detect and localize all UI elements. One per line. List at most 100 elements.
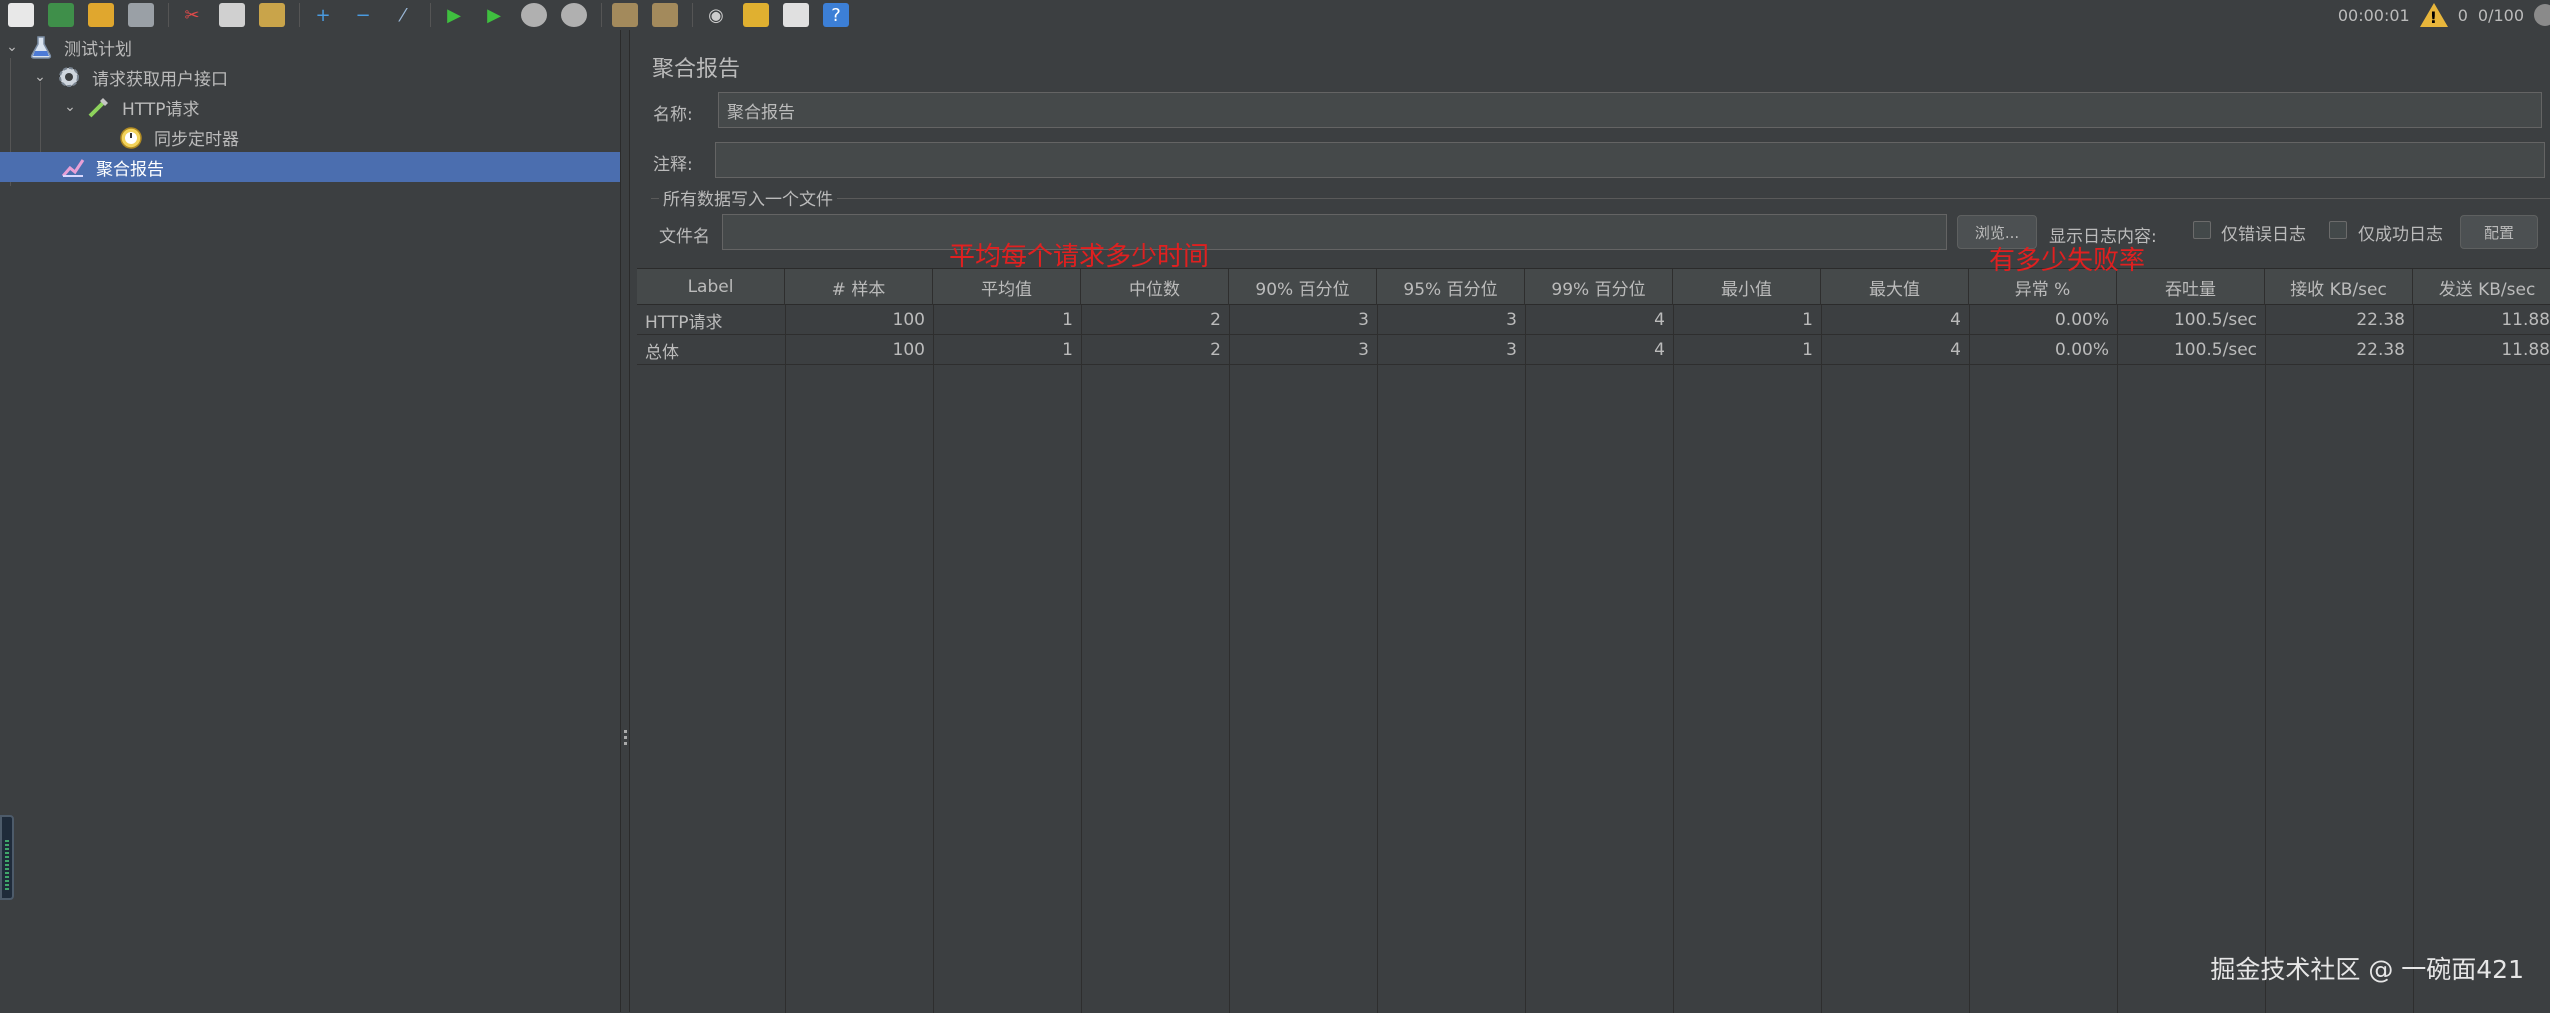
function-helper-icon[interactable] [783,3,809,27]
col-header-max[interactable]: 最大值 [1821,269,1969,305]
cell-average: 1 [933,335,1081,365]
new-icon[interactable] [8,3,34,27]
tree-item-label: 测试计划 [64,35,132,60]
col-header-p95[interactable]: 95% 百分位 [1377,269,1525,305]
search-icon[interactable]: ◉ [703,3,729,27]
tree-item-label: HTTP请求 [122,95,200,120]
warning-icon[interactable]: ! [2420,3,2448,27]
toggle-icon[interactable]: ⁄ [390,3,416,27]
pipette-icon [86,94,112,120]
cell-samples: 100 [785,305,933,335]
clear-all-icon[interactable] [652,3,678,27]
tree-item-test-plan[interactable]: ⌄ 测试计划 [4,32,132,62]
templates-icon[interactable] [48,3,74,27]
memory-gauge [0,815,14,900]
cell-samples: 100 [785,335,933,365]
col-header-average[interactable]: 平均值 [933,269,1081,305]
shutdown-icon[interactable] [561,3,587,27]
chevron-down-icon[interactable]: ⌄ [4,39,20,55]
expand-icon[interactable]: + [310,3,336,27]
cell-median: 2 [1081,305,1229,335]
test-plan-tree: ⌄ 测试计划 ⌄ 请求获取用户接口 ⌄ HTTP请求 同步定时器 聚合报告 [0,30,620,1012]
stopwatch-icon [118,124,144,150]
table-row[interactable]: HTTP请求 100 1 2 3 3 4 1 4 0.00% 100.5/sec… [637,305,2550,335]
flask-icon [28,34,54,60]
cell-throughput: 100.5/sec [2117,335,2265,365]
column-divider [785,305,786,1013]
tree-item-sync-timer[interactable]: 同步定时器 [118,122,239,152]
column-divider [1673,305,1674,1013]
tree-item-label: 同步定时器 [154,125,239,150]
toolbar-separator [430,3,431,27]
cell-p90: 3 [1229,335,1377,365]
column-divider [1229,305,1230,1013]
cell-min: 1 [1673,335,1821,365]
cell-average: 1 [933,305,1081,335]
success-only-label: 仅成功日志 [2358,220,2443,245]
col-header-median[interactable]: 中位数 [1081,269,1229,305]
toolbar-separator [168,3,169,27]
success-only-checkbox[interactable] [2329,221,2347,239]
tree-item-thread-group[interactable]: ⌄ 请求获取用户接口 [32,62,228,92]
annotation-failure-rate: 有多少失败率 [1989,240,2145,277]
annotation-average-time: 平均每个请求多少时间 [949,236,1209,273]
col-header-label[interactable]: Label [637,269,785,305]
toolbar-status: 00:00:01 ! 0 0/100 [2338,0,2550,30]
errors-only-checkbox[interactable] [2193,221,2211,239]
clear-icon[interactable] [612,3,638,27]
col-header-sent[interactable]: 发送 KB/sec [2413,269,2550,305]
toolbar: ✂ + − ⁄ ▶ ▶ ◉ ? [0,0,2550,30]
col-header-min[interactable]: 最小值 [1673,269,1821,305]
open-icon[interactable] [88,3,114,27]
gear-icon [56,64,82,90]
reset-search-icon[interactable] [743,3,769,27]
start-icon[interactable]: ▶ [441,3,467,27]
start-no-pause-icon[interactable]: ▶ [481,3,507,27]
panel-title: 聚合报告 [652,51,740,83]
settings-icon[interactable] [2534,4,2550,26]
cell-p99: 4 [1525,335,1673,365]
comment-field[interactable] [715,142,2545,178]
tree-item-http-request[interactable]: ⌄ HTTP请求 [62,92,200,122]
cell-sent: 11.88 [2413,305,2550,335]
chevron-down-icon[interactable]: ⌄ [62,99,78,115]
cell-max: 4 [1821,335,1969,365]
aggregate-table: Label # 样本 平均值 中位数 90% 百分位 95% 百分位 99% 百… [637,268,2550,1012]
col-header-received[interactable]: 接收 KB/sec [2265,269,2413,305]
collapse-icon[interactable]: − [350,3,376,27]
write-results-group-title: 所有数据写入一个文件 [659,185,837,210]
column-divider [1525,305,1526,1013]
stop-icon[interactable] [521,3,547,27]
tree-item-aggregate-report[interactable]: 聚合报告 [0,152,620,182]
tree-guide-line [40,82,41,152]
cell-error: 0.00% [1969,305,2117,335]
copy-icon[interactable] [219,3,245,27]
cell-p95: 3 [1377,335,1525,365]
table-row[interactable]: 总体 100 1 2 3 3 4 1 4 0.00% 100.5/sec 22.… [637,335,2550,365]
column-divider [1377,305,1378,1013]
cell-sent: 11.88 [2413,335,2550,365]
chevron-down-icon[interactable]: ⌄ [32,69,48,85]
column-divider [1821,305,1822,1013]
name-field[interactable] [718,92,2542,128]
cell-p95: 3 [1377,305,1525,335]
cut-icon[interactable]: ✂ [179,3,205,27]
comment-label: 注释: [653,150,693,175]
configure-button[interactable]: 配置 [2460,215,2538,249]
thread-count: 0/100 [2478,6,2524,25]
col-header-p99[interactable]: 99% 百分位 [1525,269,1673,305]
paste-icon[interactable] [259,3,285,27]
filename-field[interactable] [722,214,1947,250]
cell-received: 22.38 [2265,305,2413,335]
tree-item-label: 聚合报告 [96,155,164,180]
col-header-samples[interactable]: # 样本 [785,269,933,305]
cell-min: 1 [1673,305,1821,335]
splitter-handle-icon[interactable] [624,730,627,748]
save-icon[interactable] [128,3,154,27]
watermark: 掘金技术社区 @ 一碗面421 [2210,950,2524,986]
cell-error: 0.00% [1969,335,2117,365]
help-icon[interactable]: ? [823,3,849,27]
cell-p99: 4 [1525,305,1673,335]
col-header-p90[interactable]: 90% 百分位 [1229,269,1377,305]
panel-splitter[interactable] [620,30,630,1012]
